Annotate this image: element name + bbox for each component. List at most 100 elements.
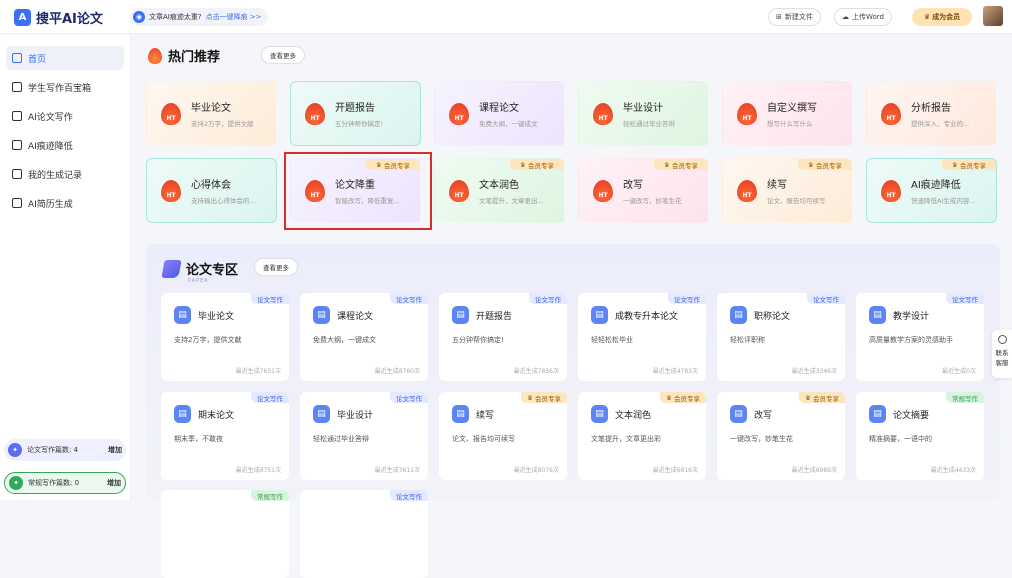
paper-card[interactable]: ▤ 课程论文 免费大纲，一键成文 最近生成8760次 论文写作 bbox=[300, 293, 428, 381]
card-title: 文本润色 bbox=[615, 411, 652, 421]
card-title: 成教专升本论文 bbox=[615, 312, 679, 322]
hot-card[interactable]: HT 分析报告 提供深入、专业的... bbox=[866, 81, 997, 146]
sidebar-item-home[interactable]: 首页 bbox=[6, 46, 124, 70]
ht-flame-icon: HT bbox=[593, 102, 613, 125]
become-vip-button[interactable]: ♛ 成为会员 bbox=[912, 8, 972, 26]
document-icon: ▤ bbox=[313, 405, 330, 423]
card-desc: 五分钟帮你搞定! bbox=[335, 120, 384, 128]
ht-flame-icon: HT bbox=[737, 179, 757, 202]
paper-quota-add-button[interactable]: 增加 bbox=[108, 445, 122, 455]
hot-card[interactable]: HT 开题报告 五分钟帮你搞定! bbox=[290, 81, 421, 146]
sidebar-item-label: 学生写作百宝箱 bbox=[28, 83, 92, 94]
card-tag-label: 会员专享 bbox=[674, 394, 700, 403]
document-icon: ▤ bbox=[730, 405, 747, 423]
card-tag: 论文写作 bbox=[390, 490, 428, 501]
paper-card[interactable]: 论文写作 bbox=[300, 490, 428, 578]
paper-card[interactable]: ▤ 毕业设计 轻松通过毕业答辩 最近生成7611次 论文写作 bbox=[300, 392, 428, 480]
sidebar-item-ai-reduce[interactable]: AI痕迹降低 bbox=[6, 133, 124, 157]
paper-card[interactable]: ▤ 文本润色 文笔提升，文章更出彩 最近生成6816次 ♛ 会员专享 bbox=[578, 392, 706, 480]
card-desc: 论文、报告均可续写 bbox=[452, 435, 515, 443]
ai-notice-icon: ◉ bbox=[133, 11, 145, 23]
resume-icon bbox=[12, 198, 22, 208]
sidebar-item-records[interactable]: 我的生成记录 bbox=[6, 162, 124, 186]
paper-card[interactable]: ▤ 职称论文 轻松评职称 最近生成3346次 论文写作 bbox=[717, 293, 845, 381]
card-tag-label: 论文写作 bbox=[257, 295, 283, 304]
paper-icon bbox=[12, 111, 22, 121]
card-title: 教学设计 bbox=[893, 312, 930, 322]
sidebar-item-toolbox[interactable]: 学生写作百宝箱 bbox=[6, 75, 124, 99]
upload-word-button[interactable]: ☁ 上传Word bbox=[834, 8, 892, 26]
card-count: 最近生成8760次 bbox=[374, 368, 420, 375]
hot-more-button[interactable]: 查看更多 bbox=[261, 46, 305, 64]
paper-card[interactable]: ▤ 成教专升本论文 轻轻松松毕业 最近生成4783次 论文写作 bbox=[578, 293, 706, 381]
document-icon: ▤ bbox=[591, 405, 608, 423]
paper-card[interactable]: ▤ 期末论文 期末季，不敢夜 最近生成6751次 论文写作 bbox=[161, 392, 289, 480]
hot-card[interactable]: HT 毕业论文 支持2万字，提供文献 bbox=[146, 81, 277, 146]
headset-icon bbox=[997, 335, 1007, 344]
customer-service-float[interactable]: 联系 客服 bbox=[992, 330, 1012, 378]
card-title: 职称论文 bbox=[754, 312, 791, 322]
hot-card[interactable]: HT 心得体会 支持输出心得体会的... bbox=[146, 158, 277, 223]
vip-badge-label: 会员专享 bbox=[959, 161, 986, 170]
card-title: 课程论文 bbox=[337, 312, 374, 322]
avatar[interactable] bbox=[983, 6, 1003, 26]
hot-card[interactable]: HT AI痕迹降低 快速降低AI生成内容... ♛ 会员专享 bbox=[866, 158, 997, 223]
card-title: 毕业设计 bbox=[623, 103, 663, 114]
card-title: 毕业论文 bbox=[191, 103, 231, 114]
vip-badge: ♛ 会员专享 bbox=[510, 159, 564, 170]
hot-title: 热门推荐 bbox=[168, 50, 221, 65]
upload-word-label: 上传Word bbox=[852, 13, 884, 21]
card-tag: ♛ 会员专享 bbox=[521, 392, 567, 403]
ht-flame-icon: HT bbox=[881, 179, 901, 202]
paper-title: 论文专区 bbox=[186, 263, 239, 278]
card-tag: ♛ 会员专享 bbox=[660, 392, 706, 403]
paper-card[interactable]: ▤ 开题报告 五分钟帮你搞定! 最近生成7856次 论文写作 bbox=[439, 293, 567, 381]
vip-badge: ♛ 会员专享 bbox=[654, 159, 708, 170]
hot-card[interactable]: HT 自定义撰写 想写什么写什么 bbox=[722, 81, 853, 146]
hot-card[interactable]: HT 续写 论文、报告均可续写 ♛ 会员专享 bbox=[722, 158, 853, 223]
paper-card[interactable]: ▤ 改写 一键改写，妙笔生花 最近生成6989次 ♛ 会员专享 bbox=[717, 392, 845, 480]
card-desc: 想写什么写什么 bbox=[767, 120, 813, 128]
paper-card[interactable]: ▤ 教学设计 高质量教学方案的灵感助手 最近生成0次 论文写作 bbox=[856, 293, 984, 381]
quota-icon: ✦ bbox=[8, 443, 22, 457]
card-title: 论文摘要 bbox=[893, 411, 930, 421]
hot-card[interactable]: HT 改写 一键改写，妙笔生花 ♛ 会员专享 bbox=[578, 158, 709, 223]
card-desc: 高质量教学方案的灵感助手 bbox=[869, 336, 953, 344]
regular-quota-label: 常规写作篇数: bbox=[28, 479, 73, 487]
card-tag-label: 论文写作 bbox=[396, 394, 422, 403]
paper-card[interactable]: ▤ 续写 论文、报告均可续写 最近生成8076次 ♛ 会员专享 bbox=[439, 392, 567, 480]
notice-bar[interactable]: ◉ 文章AI痕迹太重? 点击一键降痕 >> bbox=[130, 8, 268, 26]
regular-quota-add-button[interactable]: 增加 bbox=[107, 478, 121, 488]
card-tag: 论文写作 bbox=[529, 293, 567, 304]
card-tag-label: 论文写作 bbox=[813, 295, 839, 304]
vip-badge: ♛ 会员专享 bbox=[942, 159, 996, 170]
card-desc: 一键改写，妙笔生花 bbox=[730, 435, 793, 443]
paper-quota: ✦ 论文写作篇数: 4 增加 bbox=[4, 439, 126, 461]
card-title: AI痕迹降低 bbox=[911, 180, 961, 191]
crown-icon: ♛ bbox=[520, 160, 526, 169]
sidebar-item-resume[interactable]: AI简历生成 bbox=[6, 191, 124, 215]
card-title: 开题报告 bbox=[476, 312, 513, 322]
card-tag: 论文写作 bbox=[251, 293, 289, 304]
hot-card[interactable]: HT 课程论文 免费大纲，一键成文 bbox=[434, 81, 565, 146]
sidebar-item-ai-paper[interactable]: AI论文写作 bbox=[6, 104, 124, 128]
hot-card[interactable]: HT 文本润色 文笔提升，文章更出... ♛ 会员专享 bbox=[434, 158, 565, 223]
hot-card[interactable]: HT 毕业设计 轻松通过毕业答辩 bbox=[578, 81, 709, 146]
new-file-button[interactable]: ⊞ 新建文件 bbox=[768, 8, 821, 26]
paper-more-button[interactable]: 查看更多 bbox=[254, 258, 298, 276]
sidebar-item-label: AI论文写作 bbox=[28, 112, 73, 123]
paper-card[interactable]: ▤ 论文摘要 精准摘要，一语中的 最近生成4433次 常规写作 bbox=[856, 392, 984, 480]
float-label-2: 客服 bbox=[995, 359, 1009, 367]
paper-card[interactable]: ▤ 毕业论文 支持2万字，提供文献 最近生成7651次 论文写作 bbox=[161, 293, 289, 381]
card-count: 最近生成4783次 bbox=[652, 368, 698, 375]
card-tag-label: 论文写作 bbox=[674, 295, 700, 304]
card-count: 最近生成6751次 bbox=[235, 467, 281, 474]
paper-card[interactable]: 常规写作 bbox=[161, 490, 289, 578]
notice-text: 文章AI痕迹太重? bbox=[149, 13, 202, 21]
card-desc: 期末季，不敢夜 bbox=[174, 435, 223, 443]
card-tag-label: 会员专享 bbox=[813, 394, 839, 403]
ht-flame-icon: HT bbox=[449, 179, 469, 202]
brand-logo[interactable]: A 搜平AI论文 bbox=[14, 8, 103, 27]
ht-flame-icon: HT bbox=[737, 102, 757, 125]
notice-link[interactable]: 点击一键降痕 >> bbox=[206, 12, 262, 22]
